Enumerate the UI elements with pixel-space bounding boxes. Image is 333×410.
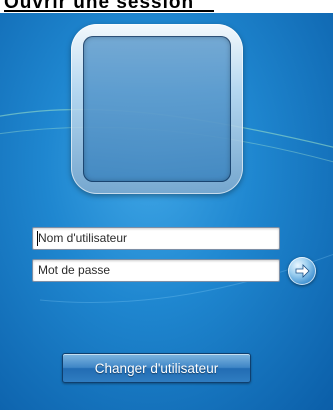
user-avatar-frame bbox=[71, 24, 243, 194]
title-underline bbox=[4, 10, 214, 12]
password-field[interactable] bbox=[32, 259, 280, 282]
title-strip: Ouvrir une session bbox=[0, 0, 333, 13]
username-field[interactable] bbox=[32, 227, 280, 250]
text-caret bbox=[37, 231, 38, 246]
avatar bbox=[83, 36, 231, 182]
arrow-right-icon bbox=[295, 264, 310, 278]
submit-button[interactable] bbox=[288, 257, 316, 285]
switch-user-button[interactable]: Changer d'utilisateur bbox=[62, 353, 251, 383]
